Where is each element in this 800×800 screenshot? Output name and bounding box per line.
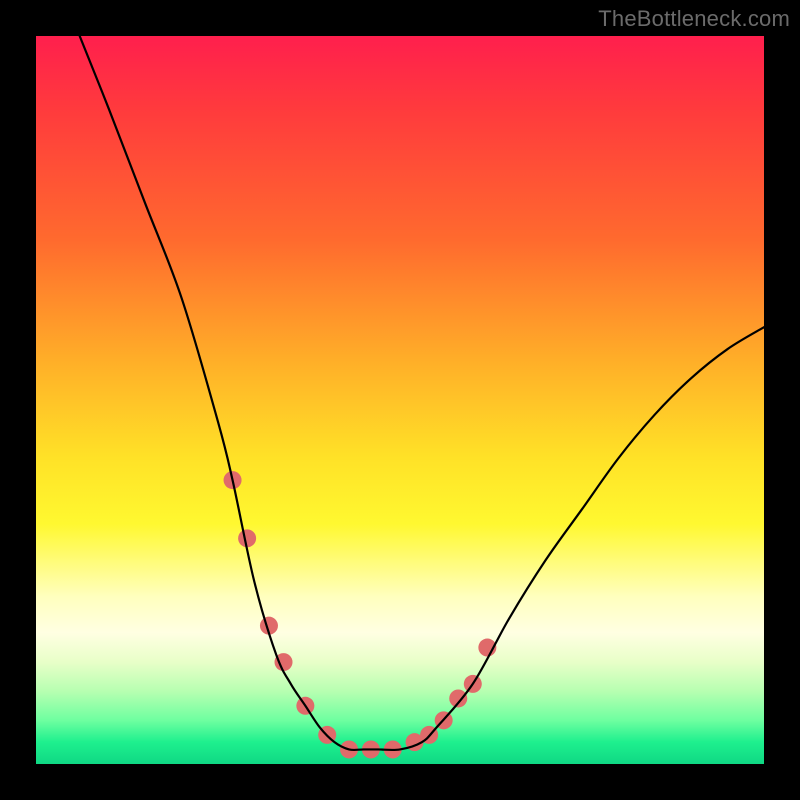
chart-root: TheBottleneck.com [0, 0, 800, 800]
chart-svg [36, 36, 764, 764]
bottleneck-curve [80, 36, 764, 750]
plot-area [36, 36, 764, 764]
marker-layer [224, 471, 497, 758]
watermark-text: TheBottleneck.com [598, 6, 790, 32]
marker-point [449, 689, 467, 707]
